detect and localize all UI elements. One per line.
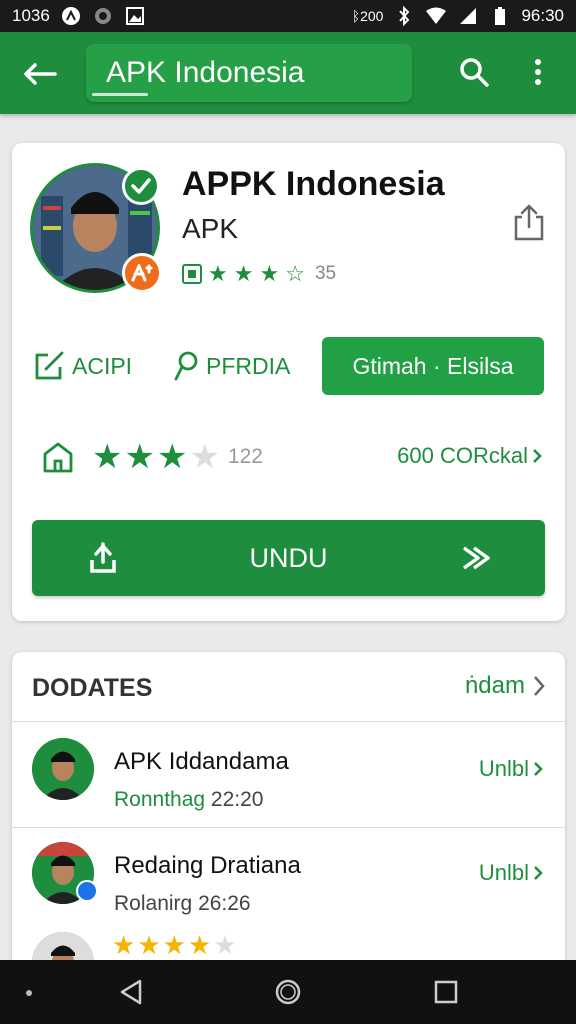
search-button[interactable]: [454, 52, 494, 92]
app-title-field[interactable]: APK Indonesia: [86, 44, 412, 102]
forward-icon: [462, 546, 490, 570]
app-details-card: APPK Indonesia APK ★ ★ ★ ☆ 35 ACIPI PFRD…: [12, 143, 565, 621]
image-icon: [124, 5, 146, 27]
download-label: UNDU: [249, 542, 328, 573]
updates-header: DODATES ṅdam: [12, 652, 565, 722]
wifi-icon: [425, 5, 447, 27]
stats-link-label: 600 CORckal: [397, 443, 528, 468]
list-item-meta: Rolanirg 26:26: [114, 892, 251, 916]
stats-count: 122: [227, 445, 263, 468]
status-carrier: ᛒ200: [351, 8, 384, 24]
app-name: APPK Indonesia: [182, 165, 445, 203]
bluetooth-icon: [393, 5, 415, 27]
avatar: [32, 738, 94, 800]
primary-pill-button[interactable]: Gtimah · Elsilsa: [322, 337, 544, 395]
app-rating: ★ ★ ★ ☆ 35: [182, 263, 336, 285]
action-link-2[interactable]: PFRDIA: [174, 351, 290, 381]
list-item-subtitle: Ronnthag: [114, 788, 206, 811]
star-icon: ★: [162, 930, 186, 960]
more-options-button[interactable]: [522, 52, 554, 92]
app-avatar-wrap: [30, 163, 162, 293]
status-clock: 96:30: [521, 6, 564, 25]
app-bar: APK Indonesia: [0, 32, 576, 114]
list-item-action-label: Unlbl: [478, 860, 529, 885]
action-row: ACIPI PFRDIA Gtimah · Elsilsa: [34, 337, 544, 397]
star-icon: ★: [259, 261, 280, 286]
updates-see-all-link[interactable]: ṅdam: [465, 672, 545, 700]
list-item-time: 26:26: [198, 892, 251, 915]
star-icon: ★: [124, 438, 155, 476]
system-nav-bar: [0, 960, 576, 1024]
sync-icon: [92, 5, 114, 27]
star-icon: ★: [112, 930, 136, 960]
list-item-meta: Ronnthag 22:20: [114, 788, 263, 812]
nav-dot-icon: [26, 990, 32, 996]
nav-back-icon[interactable]: [118, 978, 146, 1006]
chevron-right-icon: [534, 762, 543, 776]
rating-count: 35: [314, 263, 337, 284]
list-item-title: APK Iddandama: [114, 748, 289, 775]
list-item-title: Redaing Dratiana: [114, 852, 301, 879]
chevron-right-icon: [534, 866, 543, 880]
brand-badge-icon: [122, 253, 162, 293]
star-outline-icon: ☆: [285, 261, 305, 286]
list-item[interactable]: Redaing Dratiana Rolanirg 26:26 Unlbl: [12, 828, 565, 932]
updates-card: DODATES ṅdam APK Iddandama Ronnthag 22:2…: [12, 652, 565, 972]
title-underline: [92, 93, 148, 96]
app-title: APK Indonesia: [106, 56, 305, 89]
share-icon: [514, 204, 544, 241]
list-item-subtitle: Rolanirg: [114, 892, 193, 915]
nav-home-icon[interactable]: [274, 978, 302, 1006]
updates-link-label: ṅdam: [464, 672, 525, 699]
action-1-label: ACIPI: [72, 352, 133, 379]
stats-row: ★ ★ ★ ★ 122 600 CORckal: [42, 437, 542, 477]
home-outline-icon: [43, 442, 73, 473]
list-item-time: 22:20: [210, 788, 264, 811]
edit-icon: [35, 351, 64, 380]
action-2-label: PFRDIA: [206, 352, 291, 379]
list-item[interactable]: APK Iddandama Ronnthag 22:20 Unlbl: [12, 724, 565, 828]
star-empty-icon: ★: [213, 930, 237, 960]
chevron-right-icon: [533, 449, 542, 463]
status-bar: 1036 ᛒ200 96:30: [0, 0, 576, 32]
list-item-action-label: Unlbl: [478, 756, 529, 781]
updates-title: DODATES: [32, 674, 153, 702]
star-icon: ★: [233, 261, 254, 286]
star-icon: ★: [208, 261, 228, 286]
star-icon: ★: [137, 930, 161, 960]
rating-badge-icon: [182, 264, 202, 284]
download-button[interactable]: UNDU: [32, 520, 545, 596]
stats-link[interactable]: 600 CORckal: [397, 443, 542, 469]
app-developer: APK: [182, 213, 239, 244]
star-icon: ★: [92, 438, 123, 476]
key-icon: [174, 351, 198, 381]
list-item-action[interactable]: Unlbl: [479, 756, 543, 782]
star-icon: ★: [156, 438, 188, 476]
back-button[interactable]: [20, 54, 60, 94]
battery-icon: [489, 5, 511, 27]
share-button[interactable]: [512, 203, 546, 241]
notification-icon: [60, 5, 82, 27]
list-item-rating: ★ ★ ★ ★ ★: [112, 932, 237, 958]
chevron-right-icon: [534, 676, 545, 696]
info-badge-icon: [76, 880, 98, 902]
arrow-back-icon: [24, 63, 57, 85]
more-vert-icon: [535, 59, 541, 85]
star-icon: ★: [187, 930, 212, 960]
download-icon: [90, 542, 116, 573]
verified-icon: [122, 167, 160, 205]
star-empty-icon: ★: [189, 438, 220, 476]
action-link-1[interactable]: ACIPI: [34, 351, 132, 381]
list-item-action[interactable]: Unlbl: [479, 860, 543, 886]
nav-recents-icon[interactable]: [434, 980, 458, 1004]
status-time: 1036: [12, 6, 50, 25]
signal-icon: [457, 5, 479, 27]
search-icon: [460, 58, 489, 87]
